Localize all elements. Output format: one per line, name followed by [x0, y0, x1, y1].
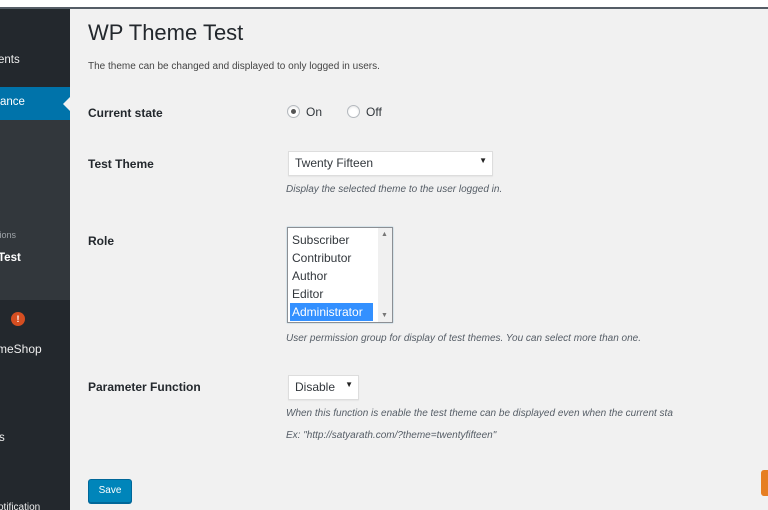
sidebar-item-themeshop[interactable]: meShop: [0, 342, 70, 360]
state-off-radio[interactable]: [347, 105, 360, 118]
caret-down-icon: ▼: [479, 156, 487, 165]
role-label: Role: [88, 234, 115, 248]
sidebar-item-appearance[interactable]: ance: [0, 87, 70, 120]
scroll-up-icon[interactable]: ▲: [381, 231, 388, 238]
scroll-down-icon[interactable]: ▼: [381, 312, 388, 319]
parameter-function-example: Ex: "http://satyarath.com/?theme=twentyf…: [286, 430, 497, 441]
test-theme-select[interactable]: Twenty Fifteen ▼: [288, 151, 493, 176]
sidebar-submenu-theme-test[interactable]: Test: [0, 252, 70, 270]
sidebar-item-label: tions: [0, 230, 17, 240]
admin-sidebar: ents ance tions Test ! meShop s otificat…: [0, 9, 70, 510]
state-on-label[interactable]: On: [306, 105, 322, 119]
state-on-radio[interactable]: [287, 105, 300, 118]
sidebar-item-label: ance: [0, 96, 25, 108]
sidebar-item-comments[interactable]: ents: [0, 54, 70, 74]
test-theme-selected: Twenty Fifteen: [295, 156, 374, 170]
sidebar-item-label: ents: [0, 54, 20, 66]
role-option-subscriber[interactable]: Subscriber: [290, 231, 373, 249]
test-theme-label: Test Theme: [88, 157, 154, 171]
role-help: User permission group for display of tes…: [286, 333, 641, 344]
role-option-administrator[interactable]: Administrator: [290, 303, 373, 321]
top-edge: [0, 0, 768, 9]
page-title: WP Theme Test: [88, 20, 244, 45]
current-state-label: Current state: [88, 106, 163, 120]
settings-page: WP Theme Test The theme can be changed a…: [70, 9, 768, 510]
parameter-function-help: When this function is enable the test th…: [286, 408, 673, 419]
save-button[interactable]: Save: [88, 479, 132, 503]
role-option-author[interactable]: Author: [290, 267, 373, 285]
caret-down-icon: ▼: [345, 380, 353, 389]
role-multiselect[interactable]: Subscriber Contributor Author Editor Adm…: [287, 227, 393, 323]
role-option-contributor[interactable]: Contributor: [290, 249, 373, 267]
parameter-function-selected: Disable: [295, 380, 336, 394]
role-list-scrollbar[interactable]: ▲ ▼: [378, 228, 392, 322]
parameter-function-label: Parameter Function: [88, 380, 201, 394]
corner-widget[interactable]: [761, 470, 768, 496]
radio-checked-dot: [291, 109, 296, 114]
role-option-editor[interactable]: Editor: [290, 285, 373, 303]
sidebar-item-settings[interactable]: s: [0, 432, 70, 450]
sidebar-submenu-options[interactable]: tions: [0, 230, 70, 244]
parameter-function-select[interactable]: Disable ▼: [288, 375, 359, 400]
sidebar-item-label: meShop: [0, 342, 42, 356]
sidebar-item-notification[interactable]: otification: [0, 502, 70, 510]
current-menu-arrow-icon: [63, 97, 70, 111]
state-off-label[interactable]: Off: [366, 105, 382, 119]
sidebar-item-label: s: [0, 432, 5, 444]
page-description: The theme can be changed and displayed t…: [88, 61, 380, 72]
update-badge: !: [11, 312, 25, 326]
sidebar-item-label: otification: [0, 502, 41, 510]
sidebar-submenu: [0, 120, 70, 300]
test-theme-help: Display the selected theme to the user l…: [286, 184, 503, 195]
sidebar-item-label: Test: [0, 252, 21, 264]
